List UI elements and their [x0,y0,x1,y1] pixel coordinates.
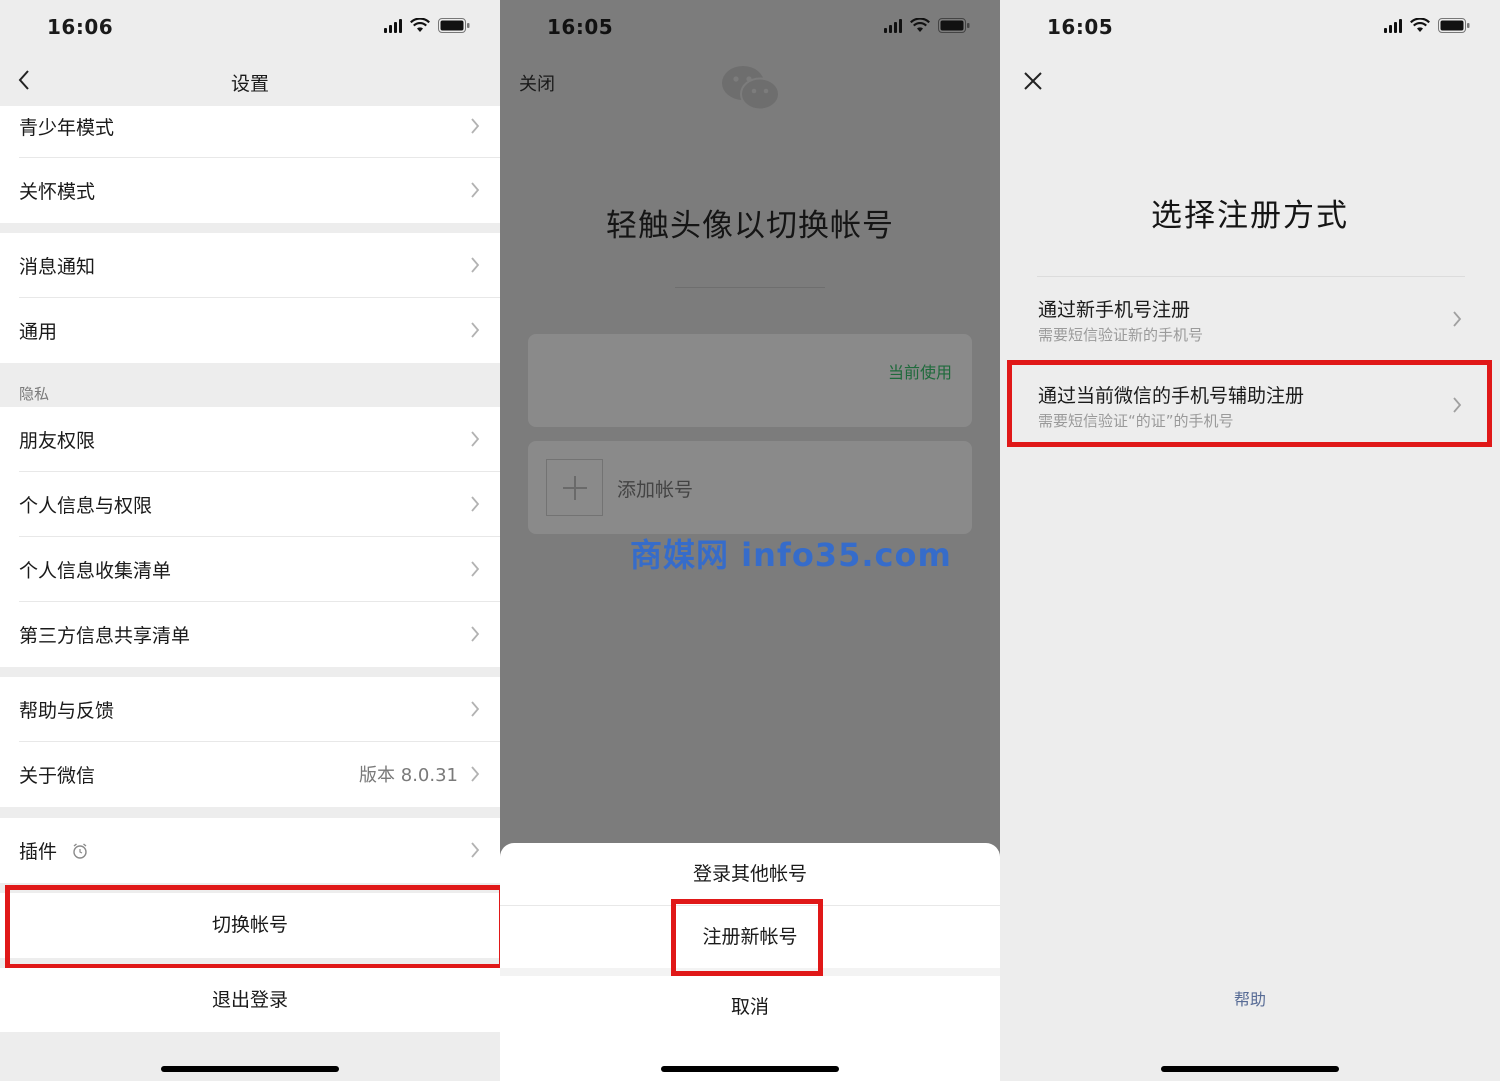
status-time: 16:05 [547,15,614,39]
current-account-badge: 当前使用 [887,363,952,382]
help-link[interactable]: 帮助 [1000,986,1500,1010]
register-new-phone-option[interactable]: 通过新手机号注册 需要短信验证新的手机号 [1000,277,1500,360]
page-title: 设置 [230,73,269,95]
signal-icon [384,18,402,33]
chevron-right-icon [471,118,480,134]
add-account-label: 添加帐号 [617,479,694,501]
row-label: 插件 [19,841,58,863]
current-account-card[interactable]: 当前使用 [528,334,972,427]
battery-icon [938,18,970,33]
chevron-right-icon [471,626,480,642]
signal-icon [1384,18,1402,33]
chevron-right-icon [471,431,480,447]
row-label: 个人信息与权限 [19,495,153,517]
settings-row-friend-permissions[interactable]: 朋友权限 [0,407,500,472]
status-bar: 16:05 [500,0,1000,56]
wifi-icon [1410,18,1430,32]
status-time: 16:06 [47,15,114,39]
group-label-privacy: 隐私 [19,385,50,403]
settings-row-youth-mode[interactable]: 青少年模式 [0,106,500,158]
row-label: 帮助与反馈 [19,700,115,722]
register-method-panel: 16:05 选择注册方式 通过新手机号注册 需要短信验证新的手机号 通过当前微信… [1000,0,1500,1081]
option-subtitle: 需要短信验证新的手机号 [1038,326,1204,344]
battery-icon [1438,18,1470,33]
switch-account-title: 轻触头像以切换帐号 [606,208,894,244]
plus-icon [546,459,603,516]
settings-row-about-wechat[interactable]: 关于微信 版本 8.0.31 [0,742,500,807]
logout-button[interactable]: 退出登录 [0,968,500,1032]
status-bar: 16:06 [0,0,500,56]
settings-row-third-party-sharing[interactable]: 第三方信息共享清单 [0,602,500,667]
nav-bar: 设置 [0,56,500,106]
version-value: 版本 8.0.31 [359,765,458,786]
plugin-clock-icon [73,843,87,859]
chevron-right-icon [471,496,480,512]
wifi-icon [410,18,430,32]
row-label: 消息通知 [19,256,96,278]
row-label: 青少年模式 [19,117,115,139]
highlight-box [671,899,823,976]
highlight-box [1007,360,1492,447]
home-indicator [161,1066,339,1072]
home-indicator [1161,1066,1339,1072]
status-icons [884,18,970,33]
home-indicator [661,1066,839,1072]
option-title: 通过新手机号注册 [1038,299,1191,321]
chevron-right-icon [1453,311,1462,327]
chevron-right-icon [471,561,480,577]
chevron-right-icon [471,701,480,717]
chevron-right-icon [471,257,480,273]
settings-row-notifications[interactable]: 消息通知 [0,233,500,298]
settings-panel: 16:06 设置 青少年模式 关怀模式 消息通知 通用 隐私 朋友权限 个人信息… [0,0,500,1081]
signal-icon [884,18,902,33]
divider [675,287,825,288]
highlight-box [5,885,500,969]
switch-account-panel: 16:05 关闭 轻触头像以切换帐号 当前使用 添加帐号 商媒网 info35.… [500,0,1000,1081]
close-button[interactable]: 关闭 [519,70,555,96]
register-method-title: 选择注册方式 [1151,198,1349,234]
settings-row-care-mode[interactable]: 关怀模式 [0,158,500,223]
status-icons [384,18,470,33]
chevron-right-icon [471,842,480,858]
chevron-right-icon [471,766,480,782]
row-label: 关于微信 [19,765,96,787]
chevron-right-icon [471,322,480,338]
add-account-card[interactable]: 添加帐号 [528,441,972,534]
watermark: 商媒网 info35.com [630,536,952,574]
wechat-logo-icon [722,66,780,111]
wifi-icon [910,18,930,32]
status-icons [1384,18,1470,33]
status-bar: 16:05 [1000,0,1500,56]
row-label: 第三方信息共享清单 [19,625,191,647]
row-label: 朋友权限 [19,430,96,452]
settings-row-info-collection[interactable]: 个人信息收集清单 [0,537,500,602]
close-icon[interactable] [1022,70,1044,92]
settings-row-personal-info[interactable]: 个人信息与权限 [0,472,500,537]
settings-row-general[interactable]: 通用 [0,298,500,363]
status-time: 16:05 [1047,15,1114,39]
battery-icon [438,18,470,33]
settings-row-plugins[interactable]: 插件 [0,818,500,883]
row-label: 个人信息收集清单 [19,560,172,582]
chevron-right-icon [471,182,480,198]
row-label: 关怀模式 [19,181,96,203]
login-other-account-option[interactable]: 登录其他帐号 [500,843,1000,905]
row-label: 通用 [19,321,58,343]
settings-row-help-feedback[interactable]: 帮助与反馈 [0,677,500,742]
cancel-option[interactable]: 取消 [500,976,1000,1038]
